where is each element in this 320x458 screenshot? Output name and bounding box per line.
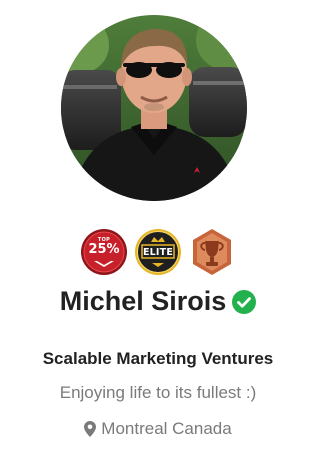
elite-badge-icon[interactable]: ELITE <box>134 228 182 276</box>
profile-tagline: Enjoying life to its fullest :) <box>59 383 257 402</box>
profile-card: TOP 25% ELITE Michel Sirois Scalable Mar… <box>0 0 316 458</box>
map-pin-icon <box>84 421 97 437</box>
location-row: Montreal Canada <box>0 417 316 441</box>
top-25-percent-badge-icon[interactable]: TOP 25% <box>80 228 128 276</box>
company-name: Scalable Marketing Ventures <box>42 349 274 368</box>
profile-location: Montreal Canada <box>101 419 232 438</box>
avatar[interactable] <box>61 15 247 201</box>
verified-check-icon <box>232 290 257 314</box>
trophy-badge-icon[interactable] <box>188 228 236 276</box>
profile-name[interactable]: Michel Sirois <box>60 283 227 319</box>
name-row: Michel Sirois <box>0 283 316 319</box>
badges-row: TOP 25% ELITE <box>0 228 316 276</box>
